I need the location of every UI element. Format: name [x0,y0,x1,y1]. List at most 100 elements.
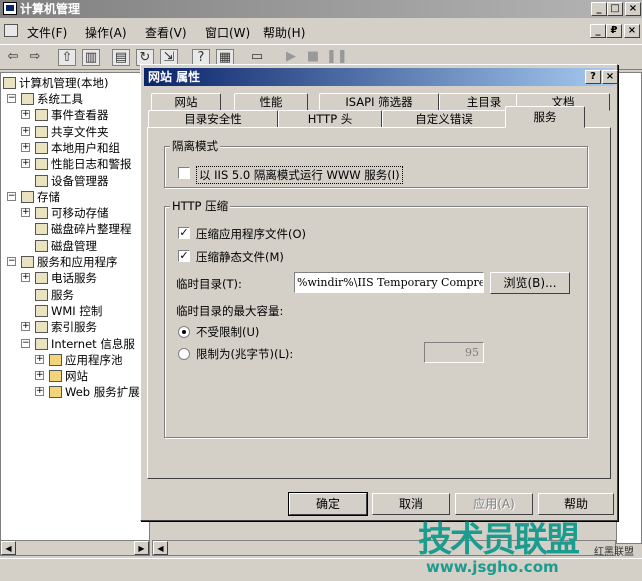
folder-icon [49,386,62,399]
tab-website[interactable]: 网站 [151,93,221,111]
tree-item[interactable]: 存储 [21,189,60,205]
isolation-group-label: 隔离模式 [170,138,220,154]
main-titlebar: 计算机管理 _ □ × [0,0,642,18]
window-title: 计算机管理 [20,2,81,16]
ok-button[interactable]: 确定 [288,492,368,516]
tree-item-label: 存储 [37,189,60,204]
tree-expander[interactable]: + [21,273,30,283]
menu-action[interactable]: 操作(A) [85,24,127,41]
watermark-url: www.jsgho.com [426,558,559,576]
menu-help[interactable]: 帮助(H) [263,24,305,41]
tree-item-label: 系统工具 [37,92,83,106]
close-button[interactable]: × [625,2,641,16]
tree-item-label: Web 服务扩展 [65,385,140,400]
dialog-close-button[interactable]: × [602,70,618,84]
compress-app-files-label[interactable]: 压缩应用程序文件(O) [196,226,306,242]
menu-window[interactable]: 窗口(W) [205,24,250,41]
scroll-right-icon[interactable]: ▶ [134,541,149,555]
tree-expander[interactable]: − [7,191,16,201]
tree-expander[interactable]: + [21,126,30,136]
tree-item[interactable]: 服务和应用程序 [21,254,118,270]
tree-expander[interactable]: + [21,142,30,152]
computer-icon [3,77,16,89]
scroll-left-icon[interactable]: ◀ [153,541,168,555]
tree-item[interactable]: 电话服务 [35,270,97,286]
iis5-isolation-label[interactable]: 以 IIS 5.0 隔离模式运行 WWW 服务(I) [196,166,403,184]
tree-expander[interactable]: − [7,257,16,266]
tree-item[interactable]: 索引服务 [35,319,97,335]
show-tree-icon[interactable]: ▥ [82,49,100,66]
tree-root[interactable]: 计算机管理(本地) [3,75,108,91]
unlimited-radio[interactable] [178,326,190,338]
node-icon [21,256,34,268]
tree-item[interactable]: 磁盘碎片整理程 [35,221,132,237]
tree-item[interactable]: Internet 信息服 [35,336,135,352]
tree-item[interactable]: 设备管理器 [35,173,109,189]
compress-static-files-checkbox[interactable]: ✓ [178,250,190,262]
tree-item[interactable]: 本地用户和组 [35,140,120,156]
tree-item-label: 应用程序池 [65,352,123,367]
tab-http-headers[interactable]: HTTP 头 [278,110,382,128]
tree-item[interactable]: 网站 [49,368,88,384]
tree-expander[interactable]: + [21,208,30,218]
compress-static-files-label[interactable]: 压缩静态文件(M) [196,249,284,265]
limited-radio[interactable] [178,348,190,360]
temp-dir-input[interactable]: %windir%\IIS Temporary Compres [294,272,484,293]
up-folder-icon[interactable]: ⇧ [58,49,76,66]
node-icon [35,158,48,171]
mdi-icon[interactable] [4,24,18,37]
tree-item[interactable]: 服务 [35,287,74,303]
compress-app-files-checkbox[interactable]: ✓ [178,227,190,239]
child-minimize-button[interactable]: _ [590,24,606,38]
tree-item[interactable]: Web 服务扩展 [49,384,140,400]
browse-button[interactable]: 浏览(B)... [490,272,570,294]
tab-performance[interactable]: 性能 [234,93,308,111]
tree-item-label: 设备管理器 [51,173,109,188]
tree-expander[interactable]: + [35,371,44,381]
tab-directory-security[interactable]: 目录安全性 [148,110,278,128]
tree-horizontal-scrollbar[interactable]: ◀ ▶ [0,540,150,556]
tree-item[interactable]: 事件查看器 [35,107,109,123]
details-pane [616,72,642,544]
maximize-button[interactable]: □ [607,2,623,16]
forward-arrow-icon[interactable]: ⇨ [26,49,44,66]
tree-expander[interactable]: − [21,338,30,348]
menu-file[interactable]: 文件(F) [27,24,67,41]
tree-item[interactable]: 共享文件夹 [35,124,109,140]
tree-item[interactable]: 磁盘管理 [35,238,97,254]
tree-expander[interactable]: + [21,110,30,120]
size-limit-input[interactable]: 95 [424,342,484,363]
tab-custom-errors[interactable]: 自定义错误 [382,110,506,128]
tab-service[interactable]: 服务 [505,106,585,128]
child-restore-button[interactable]: ₽ [606,24,622,38]
context-help-button[interactable]: ? [585,70,601,84]
tree-expander[interactable]: + [21,159,30,169]
child-close-button[interactable]: × [624,24,640,38]
properties-icon[interactable]: ▤ [112,49,130,66]
node-icon [35,223,48,236]
computer-management-icon [3,2,17,15]
tree-expander[interactable]: + [21,322,30,332]
tab-isapi-filters[interactable]: ISAPI 筛选器 [319,93,439,111]
tree-item-label: 磁盘碎片整理程 [51,222,132,237]
limited-label[interactable]: 限制为(兆字节)(L): [196,346,293,362]
tree-item[interactable]: WMI 控制 [35,303,102,319]
tree-expander[interactable]: + [35,354,44,364]
tree-item[interactable]: 性能日志和警报 [35,156,132,172]
iis5-isolation-checkbox[interactable] [178,167,190,179]
back-arrow-icon[interactable]: ⇦ [4,49,22,66]
tree-item-label: 服务 [51,287,74,302]
tree-expander[interactable]: + [35,387,44,397]
node-icon [35,337,48,350]
tree-item[interactable]: 系统工具 [21,91,83,107]
menu-view[interactable]: 查看(V) [145,24,187,41]
tree-item-label: 事件查看器 [51,108,109,123]
minimize-button[interactable]: _ [591,2,607,16]
tree-item-label: 索引服务 [51,320,97,335]
tree-expander[interactable]: − [7,94,16,103]
tree-item[interactable]: 可移动存储 [35,205,109,221]
tree-item-label: 共享文件夹 [51,124,109,139]
tree-item[interactable]: 应用程序池 [49,352,123,368]
scroll-left-icon[interactable]: ◀ [1,541,16,555]
unlimited-label[interactable]: 不受限制(U) [196,324,259,340]
